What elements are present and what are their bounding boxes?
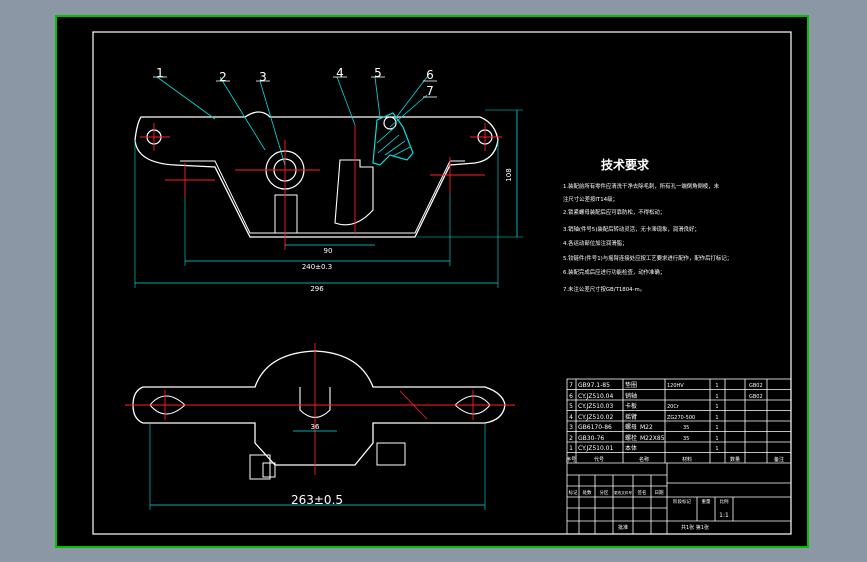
bom-weight: 1	[715, 404, 718, 410]
bom-code: CY.JZ510.01	[578, 445, 613, 452]
tb-scale: 比例	[720, 498, 729, 505]
tb-sign: 签名	[638, 489, 647, 496]
tb-date: 日期	[655, 490, 664, 496]
dim-overall-length: 296	[310, 285, 324, 293]
dim-bore-span: 90	[324, 247, 333, 255]
bom-material: 120HV	[667, 383, 684, 389]
tech-line: 5.铰链件(件号1)与摇臂连接处应按工艺要求进行配作，配作后打标记；	[563, 254, 732, 262]
hatch-line	[392, 146, 411, 157]
dim-slot-width: 36	[311, 423, 320, 431]
balloon-2: 2	[219, 70, 227, 84]
tech-line: 7.未注公差尺寸按GB/T1804-m。	[563, 285, 645, 293]
bom-code: GB6170-86	[578, 424, 612, 431]
tb-count: 处数	[583, 489, 592, 496]
tech-line: 1.装配前所有零件应清洗干净去除毛刺，所有孔一端倒角倒棱，未	[563, 182, 720, 190]
hatch-line	[377, 134, 400, 154]
balloon-4: 4	[336, 66, 344, 80]
bom-no: 6	[569, 393, 573, 400]
tech-line: 注尺寸公差按IT14级；	[563, 195, 618, 203]
bom-material: 20Cr	[667, 404, 680, 410]
tb-mark: 标记	[569, 489, 578, 496]
tb-change-doc: 更改文件号	[614, 490, 632, 495]
balloon-1: 1	[156, 66, 164, 80]
bom-header-no: 序号	[566, 456, 576, 463]
bom-weight: 1	[715, 436, 718, 442]
tech-requirements: 技术要求 1.装配前所有零件应清洗干净去除毛刺，所有孔一端倒角倒棱，未 注尺寸公…	[563, 157, 732, 293]
dim-base-length: 263±0.5	[291, 493, 343, 507]
bom-code: CY.JZ510.04	[578, 393, 613, 400]
balloon-5: 5	[374, 66, 382, 80]
bom-code: CY.JZ510.02	[578, 414, 613, 421]
bom-code: GB97.1-85	[578, 382, 610, 389]
bom-remark: GB02	[749, 394, 763, 400]
bom-name: 螺母	[625, 423, 637, 431]
bom-no: 4	[569, 414, 573, 421]
tech-line: 4.各运动部位加注润滑脂；	[563, 239, 627, 247]
bom-name: 本体	[625, 444, 637, 452]
bolt-head	[262, 462, 276, 478]
bom-name: 垫圈	[625, 381, 637, 389]
bom-header-name: 名称	[639, 456, 649, 463]
dim-pin-span: 240±0.3	[302, 263, 332, 271]
bom-code: GB30-76	[578, 435, 604, 442]
bom-header-code: 代号	[594, 456, 604, 463]
balloon-7: 7	[426, 84, 434, 98]
tb-sheet: 共1张 第1张	[681, 524, 709, 531]
balloon-6: 6	[426, 68, 434, 82]
bom-no: 1	[569, 445, 573, 452]
top-body-outline	[132, 350, 506, 466]
hatch-line	[384, 140, 406, 156]
bom-material: ZG270-500	[667, 415, 695, 421]
tb-scale-value: 1:1	[719, 512, 729, 519]
top-view: 36 263±0.5	[125, 343, 515, 510]
slot-area	[334, 159, 374, 226]
nut-side	[249, 454, 271, 480]
bom-header-material: 材料	[682, 456, 692, 463]
tb-zone: 分区	[600, 489, 609, 496]
dim-height: 108	[505, 168, 513, 181]
bom-remark: GB02	[749, 383, 763, 389]
bom-text: 7 GB97.1-85 垫圈 120HV 1 GB02 6 CY.JZ510.0…	[566, 381, 784, 531]
tech-title: 技术要求	[601, 157, 650, 172]
balloon-3: 3	[259, 70, 267, 84]
bom-qty: M22X85	[640, 435, 665, 442]
front-view: 90 240±0.3 296 108 1 2 3 4 5 6 7	[134, 66, 523, 293]
tech-line: 2.锁紧螺母装配后应可靠防松，不得松动；	[563, 208, 665, 216]
bolt-shank	[274, 194, 298, 234]
bom-header-weight: 数量	[730, 456, 740, 463]
bom-no: 2	[569, 435, 573, 442]
bom-no: 7	[569, 382, 573, 389]
bom-code: CY.JZ510.03	[578, 403, 613, 410]
bom-header-remark: 备注	[774, 456, 784, 463]
bom-weight: 1	[715, 446, 718, 452]
bom-weight: 1	[715, 415, 718, 421]
bom-weight: 1	[715, 394, 718, 400]
tb-approve: 批准	[618, 524, 628, 531]
bom-weight: 1	[715, 383, 718, 389]
balloon-leaders	[153, 76, 437, 166]
bom-name: 卡板	[625, 402, 637, 410]
bom-name: 摇臂	[625, 413, 637, 421]
bom-no: 3	[569, 424, 573, 431]
tech-line: 6.装配完成后应进行功能检查，动作准确；	[563, 268, 665, 276]
rocker-arm	[372, 112, 414, 166]
drawing-sheet: 90 240±0.3 296 108 1 2 3 4 5 6 7 36 263±…	[55, 15, 809, 548]
cad-drawing: 90 240±0.3 296 108 1 2 3 4 5 6 7 36 263±…	[55, 15, 809, 548]
bom-weight: 1	[715, 425, 718, 431]
arm-side	[376, 442, 406, 466]
bom-material: 35	[683, 425, 689, 431]
bom-no: 5	[569, 403, 573, 410]
tech-line: 3.销轴(件号5)装配后转动灵活，无卡滞现象，润滑良好；	[563, 225, 700, 233]
bom-name: 销轴	[625, 392, 637, 400]
bom-qty: M22	[640, 424, 653, 431]
tb-stage: 阶段标记	[673, 498, 691, 505]
tb-weight: 重量	[702, 498, 711, 505]
bom-material: 35	[683, 436, 689, 442]
bom-name: 螺栓	[625, 434, 637, 442]
